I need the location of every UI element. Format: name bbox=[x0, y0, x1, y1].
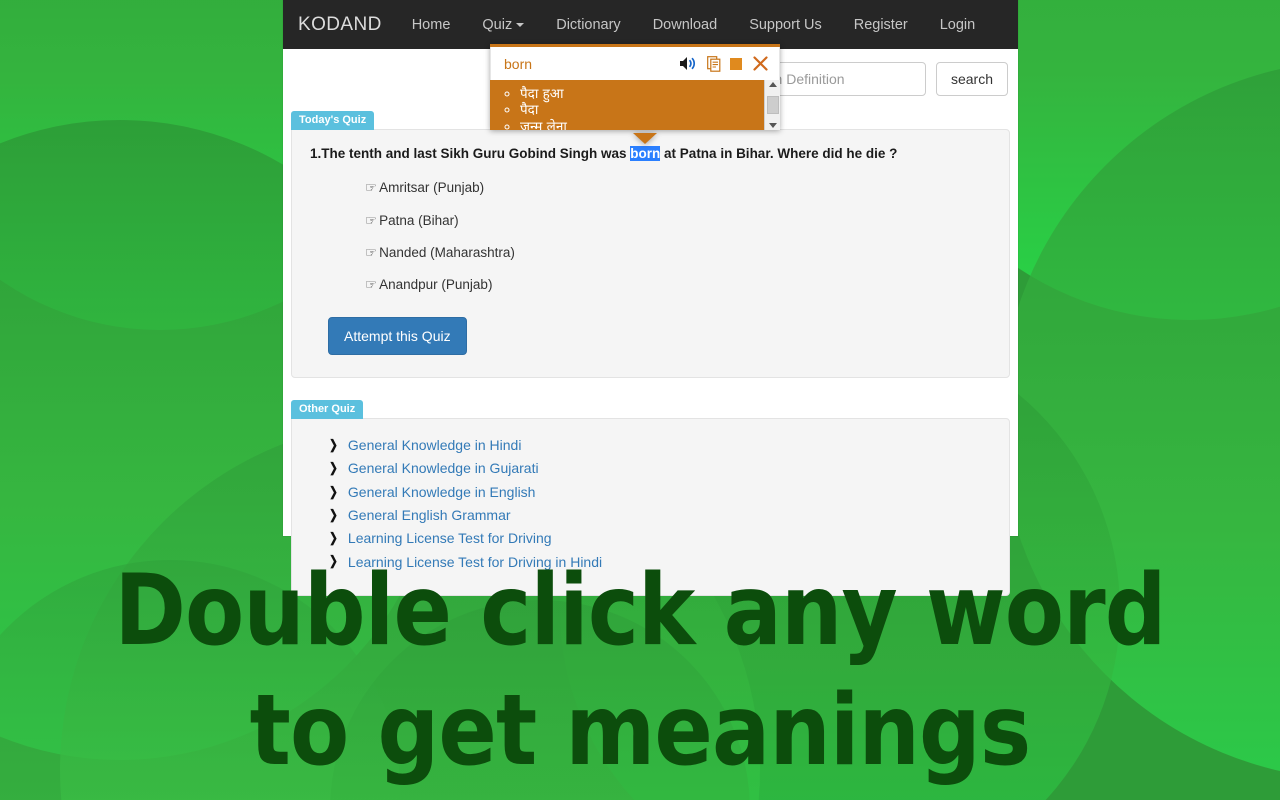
nav-item-label: Login bbox=[939, 16, 976, 33]
pointing-hand-icon: ☞ bbox=[365, 244, 378, 260]
attempt-quiz-button[interactable]: Attempt this Quiz bbox=[328, 317, 467, 356]
meaning-item: जन्म लेना bbox=[520, 119, 764, 130]
list-item[interactable]: ❯ General Knowledge in Gujarati bbox=[328, 458, 991, 478]
nav-item-label: Register bbox=[853, 16, 908, 33]
other-quiz-badge: Other Quiz bbox=[291, 400, 364, 420]
nav-item-label: Home bbox=[411, 16, 451, 33]
chevron-right-icon: ❯ bbox=[329, 436, 338, 452]
nav-item-label: Dictionary bbox=[556, 16, 621, 33]
todays-quiz-body: 1.The tenth and last Sikh Guru Gobind Si… bbox=[291, 129, 1010, 379]
stop-icon[interactable] bbox=[730, 57, 742, 70]
nav-item-label: Quiz bbox=[482, 16, 513, 33]
search-button[interactable]: search bbox=[935, 62, 1008, 96]
meaning-item: पैदा हुआ bbox=[520, 86, 764, 102]
chevron-right-icon: ❯ bbox=[329, 530, 338, 546]
dictionary-popup: born पैदा हुआ पैदा bbox=[490, 44, 780, 144]
meanings-list: पैदा हुआ पैदा जन्म लेना bbox=[490, 80, 764, 130]
quiz-option[interactable]: ☞ Nanded (Maharashtra) bbox=[365, 245, 991, 261]
close-icon[interactable] bbox=[753, 56, 768, 71]
question-text-after: at Patna in Bihar. Where did he die ? bbox=[660, 146, 898, 162]
overlay-line-1: Double click any word bbox=[114, 554, 1166, 668]
nav-item-label: Support Us bbox=[749, 16, 822, 33]
copy-icon[interactable] bbox=[707, 55, 721, 72]
list-item[interactable]: ❯ General Knowledge in English bbox=[328, 482, 991, 502]
nav-item-register[interactable]: Register bbox=[838, 17, 924, 33]
pointing-hand-icon: ☞ bbox=[365, 180, 378, 196]
popup-word: born bbox=[504, 55, 533, 72]
nav-item-dictionary[interactable]: Dictionary bbox=[540, 17, 636, 33]
quiz-option[interactable]: ☞ Anandpur (Punjab) bbox=[365, 277, 991, 293]
quiz-option[interactable]: ☞ Amritsar (Punjab) bbox=[365, 180, 991, 196]
chevron-right-icon: ❯ bbox=[329, 506, 338, 522]
quiz-option-label: Anandpur (Punjab) bbox=[379, 276, 493, 292]
other-quiz-link[interactable]: General Knowledge in Gujarati bbox=[348, 458, 539, 478]
pointing-hand-icon: ☞ bbox=[365, 212, 378, 228]
pointing-hand-icon: ☞ bbox=[365, 276, 378, 292]
popup-header: born bbox=[490, 47, 780, 80]
todays-quiz-badge: Today's Quiz bbox=[291, 111, 375, 131]
scroll-down-arrow-icon[interactable] bbox=[768, 123, 777, 128]
overlay-instruction: Double click any word to get meanings bbox=[77, 552, 1203, 791]
other-quiz-link[interactable]: General Knowledge in Hindi bbox=[348, 435, 522, 455]
nav-links: Home Quiz Dictionary Download Support Us… bbox=[396, 17, 992, 33]
question-number: 1. bbox=[310, 146, 322, 162]
list-item[interactable]: ❯ General Knowledge in Hindi bbox=[328, 435, 991, 455]
nav-item-support-us[interactable]: Support Us bbox=[733, 17, 838, 33]
chevron-right-icon: ❯ bbox=[329, 483, 338, 499]
nav-item-label: Download bbox=[652, 16, 718, 33]
nav-item-quiz[interactable]: Quiz bbox=[466, 17, 540, 33]
todays-quiz-panel: Today's Quiz 1.The tenth and last Sikh G… bbox=[283, 109, 1018, 379]
list-item[interactable]: ❯ General English Grammar bbox=[328, 505, 991, 525]
nav-item-home[interactable]: Home bbox=[396, 17, 467, 33]
popup-pointer-arrow bbox=[633, 133, 657, 144]
chevron-down-icon bbox=[516, 22, 525, 27]
selected-word[interactable]: born bbox=[630, 146, 661, 162]
popup-meanings-body: पैदा हुआ पैदा जन्म लेना bbox=[490, 80, 780, 130]
other-quiz-link[interactable]: General English Grammar bbox=[348, 505, 511, 525]
other-quiz-link[interactable]: General Knowledge in English bbox=[348, 482, 536, 502]
nav-item-login[interactable]: Login bbox=[924, 17, 991, 33]
chevron-right-icon: ❯ bbox=[329, 460, 338, 476]
question-text-before: The tenth and last Sikh Guru Gobind Sing… bbox=[321, 146, 631, 162]
nav-item-download[interactable]: Download bbox=[637, 17, 734, 33]
quiz-option-label: Patna (Bihar) bbox=[379, 212, 459, 228]
scrollbar-thumb[interactable] bbox=[766, 96, 779, 114]
navbar: KODAND Home Quiz Dictionary Download Sup… bbox=[283, 0, 1018, 49]
scroll-up-arrow-icon[interactable] bbox=[768, 82, 777, 87]
popup-scrollbar[interactable] bbox=[764, 80, 780, 130]
overlay-line-2: to get meanings bbox=[249, 673, 1032, 788]
speaker-icon[interactable] bbox=[678, 55, 698, 72]
meaning-item: पैदा bbox=[520, 102, 764, 118]
quiz-question: 1.The tenth and last Sikh Guru Gobind Si… bbox=[310, 144, 991, 164]
site-brand[interactable]: KODAND bbox=[298, 14, 396, 36]
other-quiz-link[interactable]: Learning License Test for Driving bbox=[348, 528, 552, 548]
quiz-option-label: Nanded (Maharashtra) bbox=[379, 244, 515, 260]
quiz-option[interactable]: ☞ Patna (Bihar) bbox=[365, 213, 991, 229]
list-item[interactable]: ❯ Learning License Test for Driving bbox=[328, 528, 991, 548]
quiz-option-label: Amritsar (Punjab) bbox=[379, 180, 485, 196]
